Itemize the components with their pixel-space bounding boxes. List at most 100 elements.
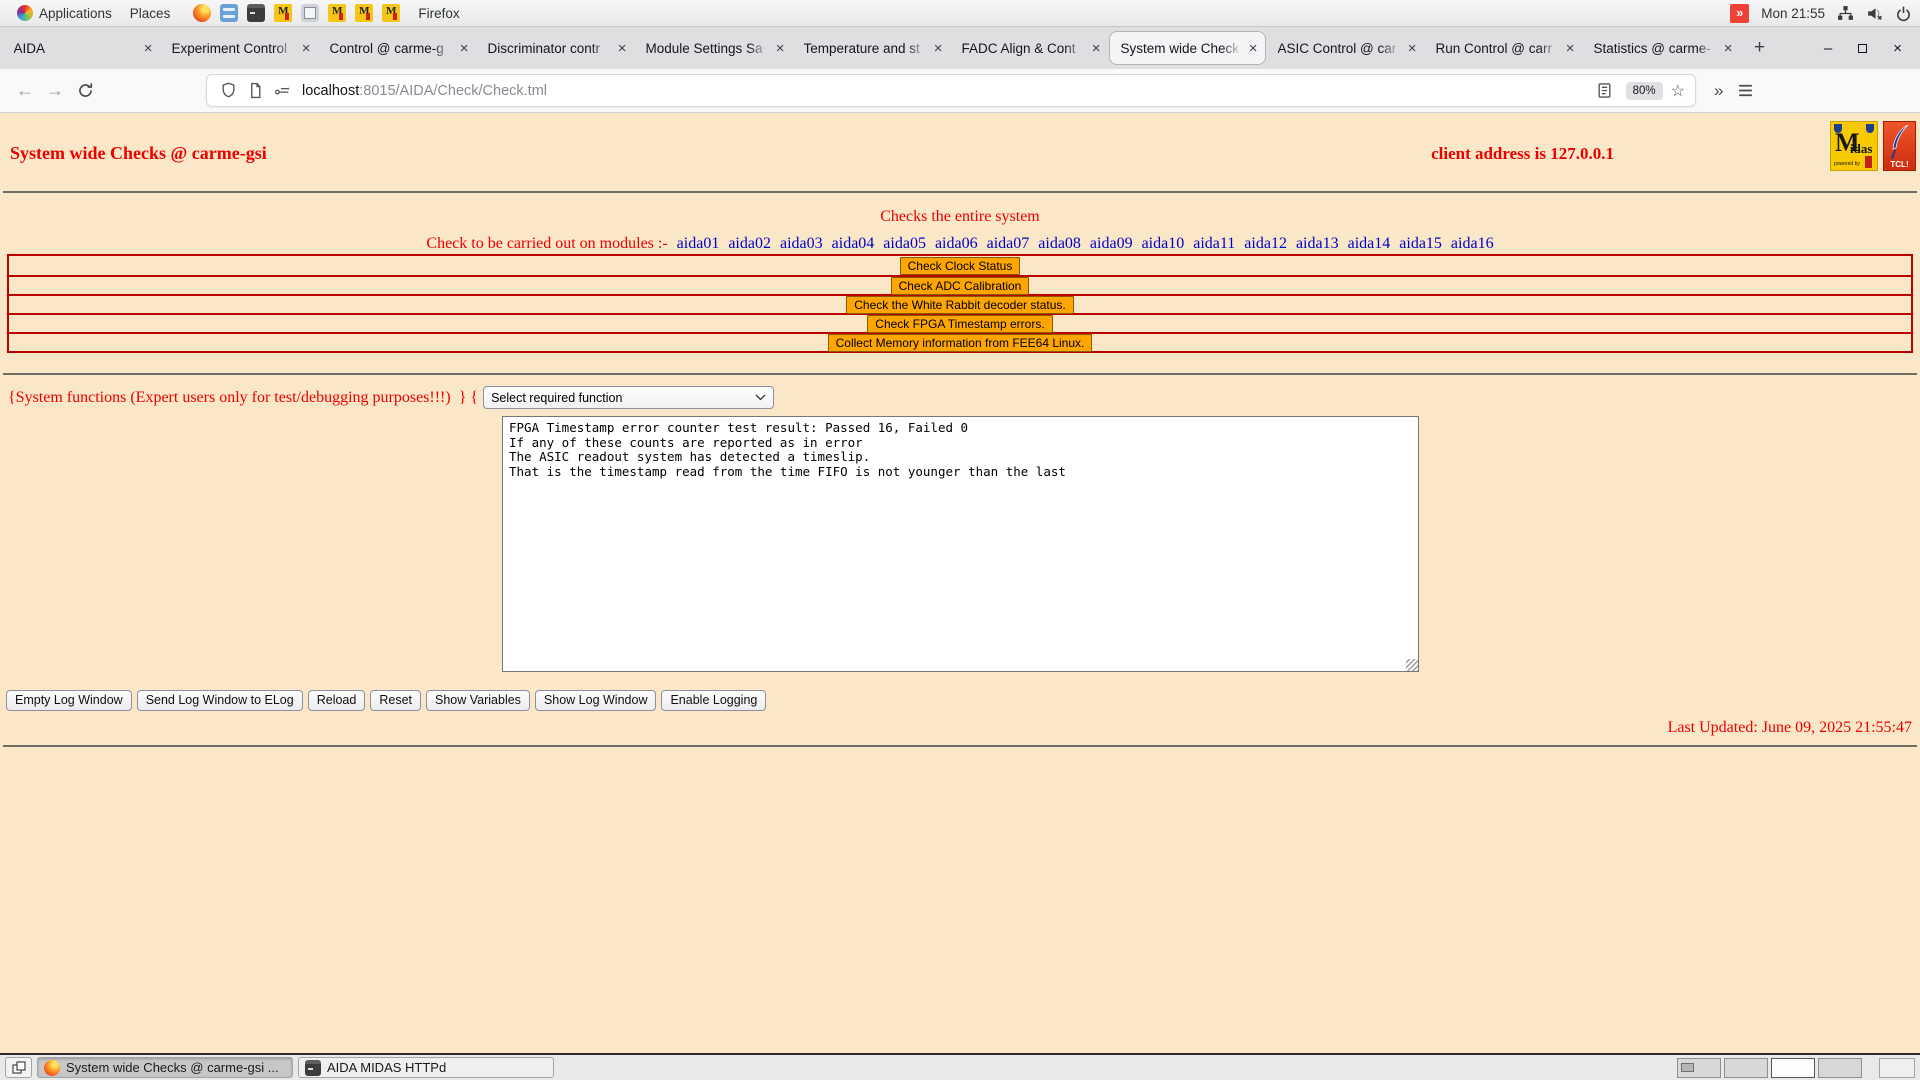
module-name: aida15 [1399,235,1442,252]
reset-button[interactable]: Reset [370,690,421,711]
midas-app-icon[interactable]: M [382,4,401,22]
notification-icon[interactable]: » [1730,3,1750,23]
show-desktop-button[interactable] [5,1057,32,1078]
forward-button[interactable]: → [40,76,70,106]
minimize-button[interactable]: – [1824,41,1832,56]
new-tab-button[interactable]: + [1740,37,1779,59]
function-select[interactable]: Select required function [483,386,775,409]
check-row: Collect Memory information from FEE64 Li… [9,332,1911,352]
task-label: System wide Checks @ carme-gsi ... [66,1060,279,1075]
reader-view-icon[interactable] [1596,82,1613,99]
tab-fadc-align[interactable]: FADC Align & Cont × [951,32,1108,65]
textarea-resize-handle[interactable] [1406,659,1418,671]
tab-close-icon[interactable]: × [934,41,943,56]
midas-logo: M idas powered by [1830,121,1878,171]
tab-experiment-control[interactable]: Experiment Control × [161,32,318,65]
tab-close-icon[interactable]: × [1724,41,1733,56]
window-controls: – × [1824,41,1920,56]
page-title: System wide Checks @ carme-gsi [10,143,267,163]
tab-module-settings[interactable]: Module Settings Sa × [635,32,792,65]
workspace-2[interactable] [1724,1057,1768,1078]
taskbar-item-terminal[interactable]: AIDA MIDAS HTTPd [298,1057,554,1078]
shield-icon[interactable] [220,82,237,99]
workspace-1[interactable] [1677,1057,1721,1078]
tab-close-icon[interactable]: × [144,41,153,56]
tab-aida[interactable]: AIDA × [3,32,160,65]
url-text[interactable]: localhost:8015/AIDA/Check/Check.tml [302,83,1591,99]
midas-app-icon[interactable]: M [355,4,374,22]
tab-close-icon[interactable]: × [776,41,785,56]
show-variables-button[interactable]: Show Variables [426,690,530,711]
taskbar-item-firefox[interactable]: System wide Checks @ carme-gsi ... [37,1057,293,1078]
volume-muted-icon[interactable] [1866,5,1883,22]
bookmark-star-icon[interactable]: ☆ [1671,81,1685,101]
hamburger-menu-icon[interactable] [1737,82,1754,99]
midas-app-icon[interactable]: M [274,4,293,22]
modules-prefix: Check to be carried out on modules :- [426,235,668,252]
log-button-row: Empty Log Window Send Log Window to ELog… [6,690,767,711]
tab-system-wide-checks[interactable]: System wide Check × [1108,31,1266,65]
terminal-launcher-icon[interactable] [247,4,266,22]
tab-control-carme[interactable]: Control @ carme-g × [319,32,476,65]
tab-label: Temperature and st [803,40,920,56]
workspace-4[interactable] [1818,1057,1862,1078]
power-icon[interactable] [1895,5,1912,22]
check-adc-calibration-button[interactable]: Check ADC Calibration [890,276,1030,295]
tab-close-icon[interactable]: × [460,41,469,56]
file-manager-launcher-icon[interactable] [220,4,239,22]
tab-label: AIDA [13,40,46,56]
reload-button[interactable] [70,76,100,106]
clock[interactable]: Mon 21:55 [1761,6,1825,21]
close-button[interactable]: × [1893,41,1902,56]
address-bar[interactable]: localhost:8015/AIDA/Check/Check.tml 80% … [206,74,1696,107]
system-functions-row: {System functions (Expert users only for… [8,386,775,409]
tcl-logo-text: TCL! [1890,160,1909,169]
tab-close-icon[interactable]: × [1566,41,1575,56]
applications-menu[interactable]: Applications [8,0,121,26]
tab-close-icon[interactable]: × [302,41,311,56]
tab-run-control[interactable]: Run Control @ carr × [1425,32,1582,65]
empty-log-window-button[interactable]: Empty Log Window [6,690,132,711]
network-icon[interactable] [1837,5,1854,22]
collect-memory-info-button[interactable]: Collect Memory information from FEE64 Li… [827,333,1093,352]
page-subtitle: Checks the entire system [880,208,1040,225]
check-clock-status-button[interactable]: Check Clock Status [899,256,1021,275]
places-menu[interactable]: Places [121,0,180,26]
page-logos: M idas powered by TCL! [1830,121,1916,171]
module-name: aida02 [728,235,771,252]
enable-logging-button[interactable]: Enable Logging [661,690,767,711]
log-window[interactable]: FPGA Timestamp error counter test result… [502,416,1419,672]
tab-discriminator[interactable]: Discriminator contr × [477,32,634,65]
module-name: aida04 [831,235,875,252]
maximize-button[interactable] [1858,43,1868,53]
firefox-icon [44,1059,60,1076]
send-log-to-elog-button[interactable]: Send Log Window to ELog [136,690,303,711]
browser-tab-bar: AIDA × Experiment Control × Control @ ca… [0,27,1920,69]
check-fpga-timestamp-button[interactable]: Check FPGA Timestamp errors. [867,314,1053,333]
reload-page-button[interactable]: Reload [307,690,366,711]
tab-close-icon[interactable]: × [1092,41,1101,56]
back-button[interactable]: ← [10,76,40,106]
zoom-level-badge[interactable]: 80% [1625,81,1663,100]
page-info-icon[interactable] [247,82,264,99]
module-name: aida16 [1450,235,1494,252]
overflow-menu-icon[interactable]: » [1714,81,1723,101]
panel-corner-applet[interactable] [1879,1057,1915,1078]
show-log-window-button[interactable]: Show Log Window [534,690,657,711]
tab-temperature[interactable]: Temperature and st × [793,32,950,65]
check-white-rabbit-button[interactable]: Check the White Rabbit decoder status. [846,295,1074,314]
firefox-launcher-icon[interactable] [193,4,212,22]
tab-close-icon[interactable]: × [1249,41,1258,56]
tab-asic-control[interactable]: ASIC Control @ car × [1267,32,1424,65]
tab-close-icon[interactable]: × [1408,41,1417,56]
midas-app-icon[interactable]: M [328,4,347,22]
tab-statistics[interactable]: Statistics @ carme- × [1583,32,1740,65]
workspace-3-active[interactable] [1771,1057,1815,1078]
last-updated: Last Updated: June 09, 2025 21:55:47 [1667,719,1912,736]
url-host: localhost [302,82,360,99]
tab-close-icon[interactable]: × [618,41,627,56]
screenshot-app-icon[interactable] [301,4,320,22]
browser-toolbar: ← → localhost:8015/AIDA/Check/Check.tml [0,69,1920,113]
check-table: Check Clock Status Check ADC Calibration… [7,254,1913,353]
modules-line: Check to be carried out on modules :- ai… [0,235,1920,253]
